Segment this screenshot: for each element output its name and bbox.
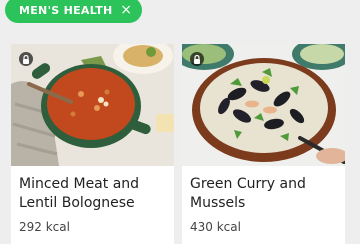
lock-icon <box>19 52 33 66</box>
lock-icon <box>190 52 204 66</box>
recipe-image-bolognese <box>11 44 174 166</box>
recipe-title: Minced Meat and Lentil Bolognese <box>19 176 140 211</box>
recipe-kcal: 430 kcal <box>190 220 241 234</box>
close-icon[interactable]: × <box>120 3 132 17</box>
recipe-kcal: 292 kcal <box>19 220 70 234</box>
recipe-title: Green Curry and Mussels <box>190 176 306 211</box>
filter-bar: MEN'S HEALTH × <box>0 0 360 36</box>
recipe-card-bolognese[interactable]: Minced Meat and Lentil Bolognese 292 kca… <box>11 44 174 244</box>
recipe-card-green-curry[interactable]: Green Curry and Mussels 430 kcal <box>182 44 345 244</box>
recipe-image-green-curry <box>182 44 345 166</box>
filter-chip-mens-health[interactable]: MEN'S HEALTH × <box>5 0 142 23</box>
filter-chip-label: MEN'S HEALTH <box>19 3 113 17</box>
